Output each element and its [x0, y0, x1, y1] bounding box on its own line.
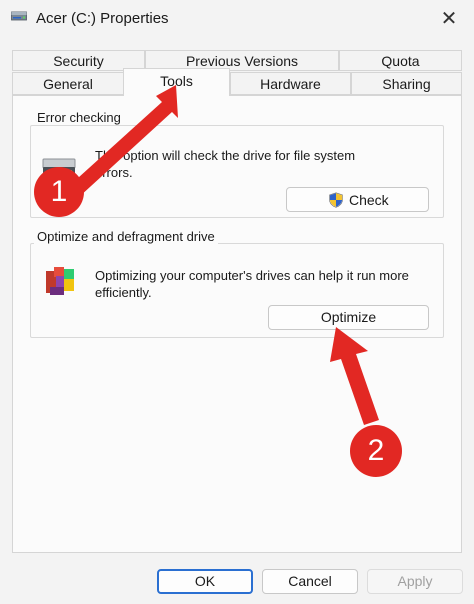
callout-1: 1	[34, 167, 84, 217]
annotation-arrow-1	[68, 85, 178, 197]
annotation-arrow-2	[330, 327, 379, 425]
annotation-arrows	[68, 85, 379, 425]
callout-2: 2	[350, 425, 402, 477]
